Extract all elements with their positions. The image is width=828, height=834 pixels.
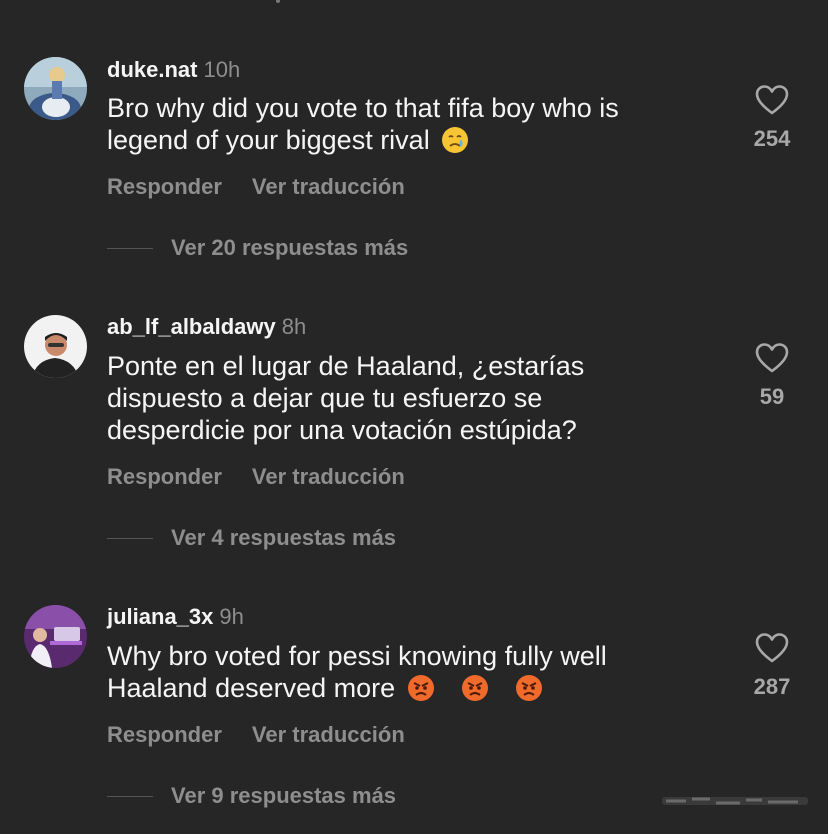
reply-button[interactable]: Responder <box>107 174 222 199</box>
comment-line: Bro why did you vote to that fifa boy wh… <box>107 93 619 123</box>
comment-line: dispuesto a dejar que tu esfuerzo se <box>107 383 543 413</box>
comment-header: ab_lf_albaldawy 8h <box>107 314 306 340</box>
comment-text: Why bro voted for pessi knowing fully we… <box>107 640 707 704</box>
like-area: 287 <box>740 632 804 700</box>
crying-face-icon <box>441 126 469 154</box>
reply-button[interactable]: Responder <box>107 722 222 747</box>
comment-time: 8h <box>281 314 307 339</box>
like-area: 254 <box>740 84 804 152</box>
like-area: 59 <box>740 342 804 410</box>
replies-divider <box>107 795 153 797</box>
angry-face-icon <box>407 674 435 702</box>
angry-face-icon <box>461 674 489 702</box>
comment-line: Ponte en el lugar de Haaland, ¿estarías <box>107 351 585 381</box>
comments-page: duke.nat 10h Bro why did you vote to that… <box>0 0 828 834</box>
like-count: 59 <box>759 384 785 409</box>
username[interactable]: juliana_3x <box>107 604 213 629</box>
view-replies-link[interactable]: Ver 9 respuestas más <box>171 783 396 808</box>
comment-line: Haaland deserved more <box>107 673 403 703</box>
comment-text: Ponte en el lugar de Haaland, ¿estarías … <box>107 350 707 446</box>
view-replies[interactable]: Ver 4 respuestas más <box>107 525 396 551</box>
view-replies[interactable]: Ver 9 respuestas más <box>107 783 396 809</box>
view-replies-link[interactable]: Ver 20 respuestas más <box>171 235 408 260</box>
reply-button[interactable]: Responder <box>107 464 222 489</box>
view-replies[interactable]: Ver 20 respuestas más <box>107 235 408 261</box>
comment-time: 10h <box>203 57 241 82</box>
username[interactable]: ab_lf_albaldawy <box>107 314 276 339</box>
view-replies-link[interactable]: Ver 4 respuestas más <box>171 525 396 550</box>
comment-actions: Responder Ver traducción <box>107 722 405 748</box>
watermark-graphic <box>662 797 808 805</box>
avatar[interactable] <box>24 605 87 668</box>
comment-line: desperdicie por una votación estúpida? <box>107 415 577 445</box>
comment-actions: Responder Ver traducción <box>107 174 405 200</box>
replies-divider <box>107 247 153 249</box>
scroll-indicator <box>276 0 280 3</box>
comment-text: Bro why did you vote to that fifa boy wh… <box>107 92 707 156</box>
translate-button[interactable]: Ver traducción <box>252 174 405 199</box>
comment-line: legend of your biggest rival <box>107 125 438 155</box>
like-count: 254 <box>753 126 791 151</box>
username[interactable]: duke.nat <box>107 57 197 82</box>
replies-divider <box>107 537 153 539</box>
comment-time: 9h <box>219 604 244 629</box>
heart-icon[interactable] <box>740 632 804 664</box>
comment-actions: Responder Ver traducción <box>107 464 405 490</box>
comment-line: Why bro voted for pessi knowing fully we… <box>107 641 607 671</box>
translate-button[interactable]: Ver traducción <box>252 722 405 747</box>
angry-face-icon <box>515 674 543 702</box>
heart-icon[interactable] <box>740 84 804 116</box>
avatar[interactable] <box>24 57 87 120</box>
avatar[interactable] <box>24 315 87 378</box>
comment-header: duke.nat 10h <box>107 57 240 83</box>
comment-header: juliana_3x 9h <box>107 604 244 630</box>
translate-button[interactable]: Ver traducción <box>252 464 405 489</box>
heart-icon[interactable] <box>740 342 804 374</box>
like-count: 287 <box>753 674 791 699</box>
